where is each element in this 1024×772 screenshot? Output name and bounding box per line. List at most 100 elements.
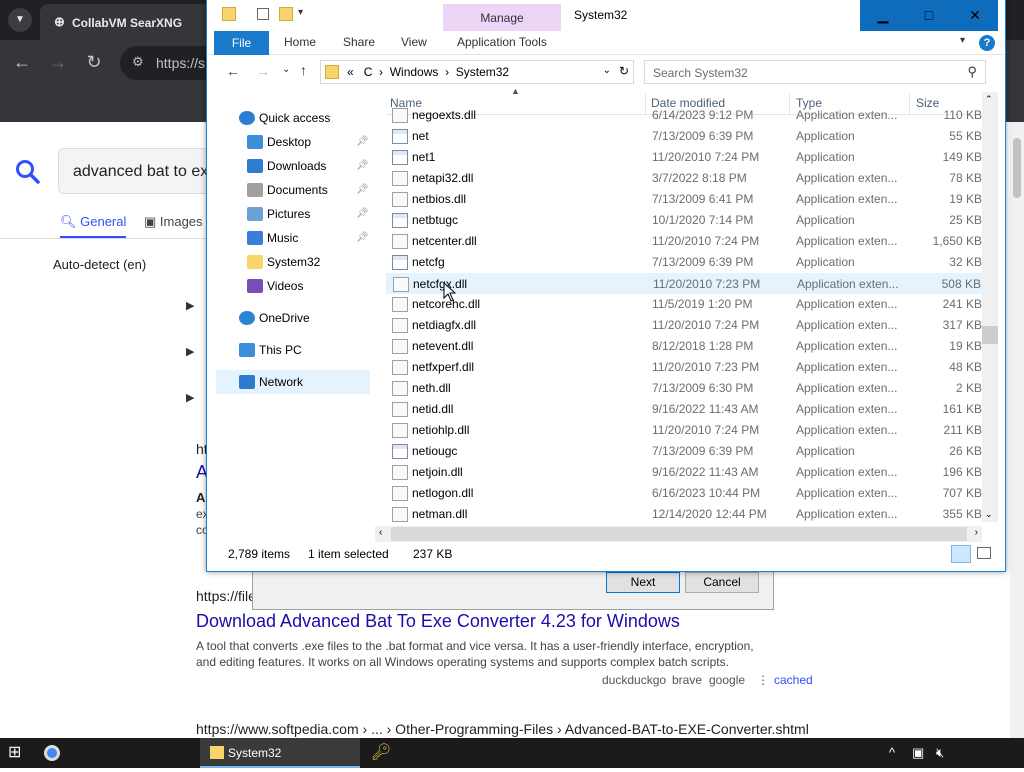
file-row[interactable]: netbios.dll 7/13/2009 6:41 PM Application … (386, 189, 982, 210)
network-tray-icon[interactable]: ▣ (912, 738, 924, 768)
file-row[interactable]: netcfg 7/13/2009 6:39 PM Application 32 KB (386, 252, 982, 273)
search-input[interactable]: advanced bat to exe (58, 148, 218, 194)
cached-link[interactable]: cached (774, 673, 813, 687)
scroll-up-icon[interactable]: ⌃ (985, 94, 993, 105)
reload-icon[interactable]: ↻ (84, 52, 104, 72)
next-button[interactable]: Next (606, 572, 680, 593)
scrollbar-thumb[interactable] (1013, 138, 1021, 198)
pin-icon[interactable]: 📌︎ (356, 136, 369, 147)
minimize-button[interactable]: ▁ (860, 0, 906, 31)
maximize-button[interactable]: □ (906, 0, 952, 31)
file-row[interactable]: netbtugc 10/1/2020 7:14 PM Application 25 K… (386, 210, 982, 231)
collapse-arrow-icon[interactable]: ▶ (186, 391, 194, 404)
show-hidden-icons[interactable]: ^ (889, 738, 895, 768)
pin-icon[interactable]: 📌︎ (356, 208, 369, 219)
file-row[interactable]: neth.dll 7/13/2009 6:30 PM Application ext… (386, 378, 982, 399)
nav-item-system32[interactable]: System32 (247, 251, 320, 273)
taskbar-explorer[interactable]: System32 (200, 738, 360, 768)
scroll-down-icon[interactable]: ⌄ (985, 509, 993, 520)
file-row[interactable]: netlogon.dll 6/16/2023 10:44 PM Applicatio… (386, 483, 982, 504)
scroll-right-icon[interactable]: › (975, 527, 978, 538)
nav-item-music[interactable]: Music (247, 227, 298, 249)
recent-locations-icon[interactable]: ⌄ (282, 64, 290, 75)
nav-item-onedrive[interactable]: OneDrive (239, 307, 310, 329)
key-app-icon[interactable]: 🔑︎ (366, 738, 396, 768)
chrome-icon[interactable] (44, 738, 66, 768)
file-row[interactable]: net 7/13/2009 6:39 PM Application 55 KB (386, 126, 982, 147)
search-icon[interactable]: ⚲ (967, 64, 977, 80)
file-row[interactable]: netcenter.dll 11/20/2010 7:24 PM Applicati… (386, 231, 982, 252)
address-dropdown-icon[interactable]: ⌄ (603, 65, 611, 76)
file-row[interactable]: netiohlp.dll 11/20/2010 7:24 PM Applicatio… (386, 420, 982, 441)
tab-search-button[interactable]: ▼ (8, 8, 32, 32)
close-button[interactable]: ✕ (952, 0, 998, 31)
tab-application-tools[interactable]: Application Tools (457, 35, 547, 49)
file-row[interactable]: netcfgx.dll 11/20/2010 7:23 PM Application… (386, 273, 982, 294)
tab-file[interactable]: File (214, 31, 269, 55)
forward-icon[interactable]: → (256, 63, 270, 79)
vertical-scrollbar[interactable]: ⌃ ⌄ (982, 92, 998, 522)
file-row[interactable]: netjoin.dll 9/16/2022 11:43 AM Application… (386, 462, 982, 483)
result-title-link[interactable]: Download Advanced Bat To Exe Converter 4… (196, 611, 680, 632)
refresh-icon[interactable]: ↻ (619, 64, 629, 78)
breadcrumb-part[interactable]: C (364, 65, 373, 79)
back-icon[interactable]: ← (226, 63, 240, 79)
breadcrumb-part[interactable]: Windows (390, 65, 439, 79)
tab-view[interactable]: View (401, 35, 427, 49)
expand-ribbon-icon[interactable]: ▾ (960, 35, 965, 46)
collapse-arrow-icon[interactable]: ▶ (186, 299, 194, 312)
page-scrollbar[interactable] (1010, 122, 1024, 738)
site-info-icon[interactable]: ⚙ (132, 54, 144, 70)
nav-item-this-pc[interactable]: This PC (239, 339, 302, 361)
searxng-logo-icon[interactable] (14, 158, 42, 186)
file-list[interactable]: negoexts.dll 6/14/2023 9:12 PM Application… (386, 108, 982, 522)
volume-muted-icon[interactable]: 🔇︎ (936, 738, 944, 768)
up-icon[interactable]: ↑ (300, 62, 307, 78)
start-icon[interactable]: ⊞ (8, 738, 28, 768)
horizontal-scrollbar[interactable]: ‹ › (375, 526, 982, 542)
properties-icon[interactable] (257, 8, 269, 20)
pin-icon[interactable]: 📌︎ (356, 232, 369, 243)
cancel-button[interactable]: Cancel (685, 572, 759, 593)
nav-item-desktop[interactable]: Desktop (247, 131, 311, 153)
breadcrumb-part[interactable]: System32 (456, 65, 509, 79)
file-row[interactable]: netman.dll 12/14/2020 12:44 PM Application… (386, 504, 982, 522)
file-row[interactable]: netfxperf.dll 11/20/2010 7:23 PM Applicati… (386, 357, 982, 378)
file-row[interactable]: netid.dll 9/16/2022 11:43 AM Application e… (386, 399, 982, 420)
file-row[interactable]: netevent.dll 8/12/2018 1:28 PM Application… (386, 336, 982, 357)
large-icons-view-icon[interactable] (977, 547, 991, 559)
details-view-icon[interactable] (951, 545, 971, 563)
pin-icon[interactable]: 📌︎ (356, 160, 369, 171)
search-field[interactable]: Search System32 ⚲ (644, 60, 986, 84)
scrollbar-thumb[interactable] (982, 326, 998, 344)
tab-general[interactable]: 🔍︎ General (60, 214, 127, 238)
nav-item-documents[interactable]: Documents (247, 179, 328, 201)
nav-item-network[interactable]: Network (239, 371, 303, 393)
scrollbar-thumb[interactable] (391, 527, 967, 541)
tab-share[interactable]: Share (343, 35, 375, 49)
file-row[interactable]: net1 11/20/2010 7:24 PM Application 149 KB (386, 147, 982, 168)
nav-item-videos[interactable]: Videos (247, 275, 303, 297)
file-row[interactable]: netcorehc.dll 11/5/2019 1:20 PM Applicatio… (386, 294, 982, 315)
pin-icon[interactable]: 📌︎ (356, 184, 369, 195)
address-overflow[interactable]: « (347, 65, 354, 79)
file-row[interactable]: netapi32.dll 3/7/2022 8:18 PM Application … (386, 168, 982, 189)
help-icon[interactable]: ? (979, 35, 995, 51)
manage-context-tab[interactable]: Manage (443, 4, 561, 32)
collapse-arrow-icon[interactable]: ▶ (186, 345, 194, 358)
browser-tab-active[interactable]: ⊕ CollabVM SearXNG (40, 4, 220, 40)
forward-icon[interactable]: → (48, 52, 68, 72)
nav-item-downloads[interactable]: Downloads (247, 155, 326, 177)
scroll-left-icon[interactable]: ‹ (379, 527, 382, 538)
nav-item-pictures[interactable]: Pictures (247, 203, 310, 225)
tab-images[interactable]: ▣ Images (144, 214, 203, 230)
language-select[interactable]: Auto-detect (en) (53, 257, 146, 272)
tab-home[interactable]: Home (284, 35, 316, 49)
file-row[interactable]: negoexts.dll 6/14/2023 9:12 PM Application… (386, 108, 982, 126)
file-row[interactable]: netiougc 7/13/2009 6:39 PM Application 26 K… (386, 441, 982, 462)
new-folder-icon[interactable] (279, 7, 293, 21)
explorer-address-bar[interactable]: « C › Windows › System32 ⌄ ↻ (320, 60, 634, 84)
more-icon[interactable]: ⋮ (757, 673, 769, 687)
nav-item-quick-access[interactable]: Quick access (239, 107, 330, 129)
customize-qat-icon[interactable]: ▾ (298, 7, 303, 18)
